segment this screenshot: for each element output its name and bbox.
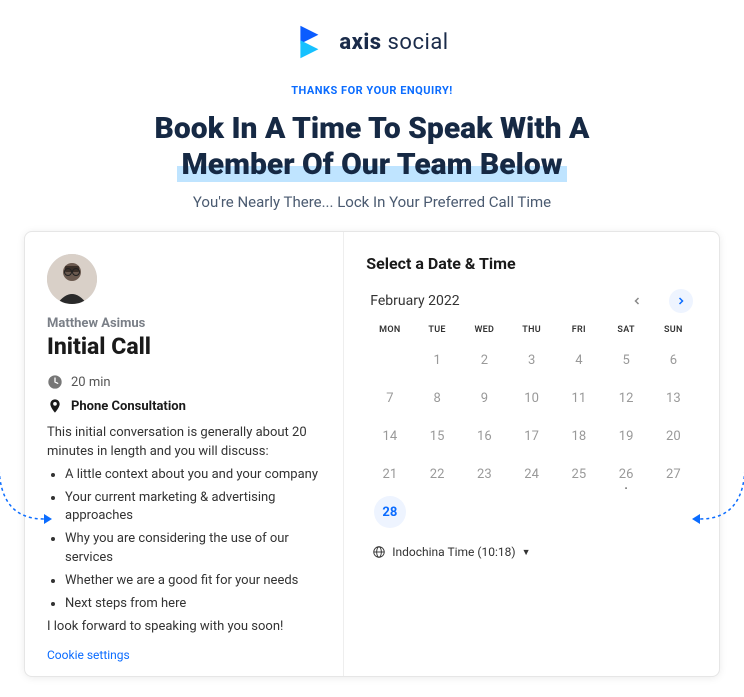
- calendar-day-disabled: 27: [657, 458, 689, 490]
- brand-logo: axis social: [20, 24, 724, 60]
- weekday-header: SAT: [602, 325, 649, 335]
- calendar-day-disabled: 15: [421, 420, 453, 452]
- event-title: Initial Call: [47, 333, 321, 360]
- calendar-day-disabled: 3: [516, 344, 548, 376]
- calendar-day-disabled: 4: [563, 344, 595, 376]
- description-bullet: Next steps from here: [65, 595, 321, 614]
- calendar-day-disabled: 11: [563, 382, 595, 414]
- location-pin-icon: [47, 398, 63, 414]
- calendar-day-disabled: 18: [563, 420, 595, 452]
- calendar-day-disabled: 10: [516, 382, 548, 414]
- calendar-day-disabled: 7: [374, 382, 406, 414]
- eyebrow-text: THANKS FOR YOUR ENQUIRY!: [20, 84, 724, 97]
- calendar-day-disabled: 17: [516, 420, 548, 452]
- calendar-day-disabled: 22: [421, 458, 453, 490]
- description-bullet: Your current marketing & advertising app…: [65, 489, 321, 527]
- description-bullet: Why you are considering the use of our s…: [65, 530, 321, 568]
- brand-name: axis social: [339, 30, 448, 55]
- host-avatar: [47, 254, 97, 304]
- calendar-day-disabled: 13: [657, 382, 689, 414]
- timezone-label: Indochina Time (10:18): [392, 545, 515, 559]
- calendar-day-disabled: 8: [421, 382, 453, 414]
- weekday-header: WED: [461, 325, 508, 335]
- calendar-day-disabled: 16: [468, 420, 500, 452]
- description-bullet: Whether we are a good fit for your needs: [65, 572, 321, 591]
- calendar-day-disabled: 2: [468, 344, 500, 376]
- weekday-header: THU: [508, 325, 555, 335]
- calendar-day-disabled: 21: [374, 458, 406, 490]
- calendar-day-disabled: 5: [610, 344, 642, 376]
- globe-icon: [372, 545, 386, 559]
- duration-text: 20 min: [71, 375, 111, 390]
- prev-month-button[interactable]: [625, 289, 649, 313]
- duration-row: 20 min: [47, 374, 321, 390]
- calendar-day-disabled: 20: [657, 420, 689, 452]
- calendar-day-disabled: 26: [610, 458, 642, 490]
- page-headline: Book In A Time To Speak With A Member Of…: [112, 111, 632, 183]
- host-name: Matthew Asimus: [47, 316, 321, 331]
- location-text: Phone Consultation: [71, 399, 186, 414]
- calendar-day-available[interactable]: 28: [374, 496, 406, 528]
- next-month-button[interactable]: [669, 289, 693, 313]
- calendar-day-disabled: 23: [468, 458, 500, 490]
- calendar-month-label: February 2022: [370, 293, 459, 309]
- calendar-day-disabled: 24: [516, 458, 548, 490]
- description-bullet: A little context about you and your comp…: [65, 466, 321, 485]
- calendar-day-disabled: 6: [657, 344, 689, 376]
- calendar-day-disabled: 9: [468, 382, 500, 414]
- cookie-settings-link[interactable]: Cookie settings: [47, 648, 321, 662]
- calendar-pane: Select a Date & Time February 2022 MONTU…: [344, 232, 719, 676]
- calendar-heading: Select a Date & Time: [366, 254, 697, 273]
- caret-down-icon: ▼: [522, 547, 531, 558]
- booking-widget: Matthew Asimus Initial Call 20 min Phone…: [24, 231, 720, 677]
- calendar-day-disabled: 1: [421, 344, 453, 376]
- clock-icon: [47, 374, 63, 390]
- page-subheadline: You're Nearly There... Lock In Your Pref…: [20, 193, 724, 211]
- location-row: Phone Consultation: [47, 398, 321, 414]
- weekday-header: MON: [366, 325, 413, 335]
- weekday-header: TUE: [413, 325, 460, 335]
- event-description: This initial conversation is generally a…: [47, 424, 321, 636]
- calendar-day-disabled: 19: [610, 420, 642, 452]
- calendar-day-disabled: 25: [563, 458, 595, 490]
- event-details-pane: Matthew Asimus Initial Call 20 min Phone…: [25, 232, 344, 676]
- calendar-day-disabled: 14: [374, 420, 406, 452]
- weekday-header: FRI: [555, 325, 602, 335]
- timezone-selector[interactable]: Indochina Time (10:18) ▼: [366, 545, 697, 559]
- calendar-day-disabled: 12: [610, 382, 642, 414]
- axis-logo-icon: [295, 24, 331, 60]
- weekday-header: SUN: [650, 325, 697, 335]
